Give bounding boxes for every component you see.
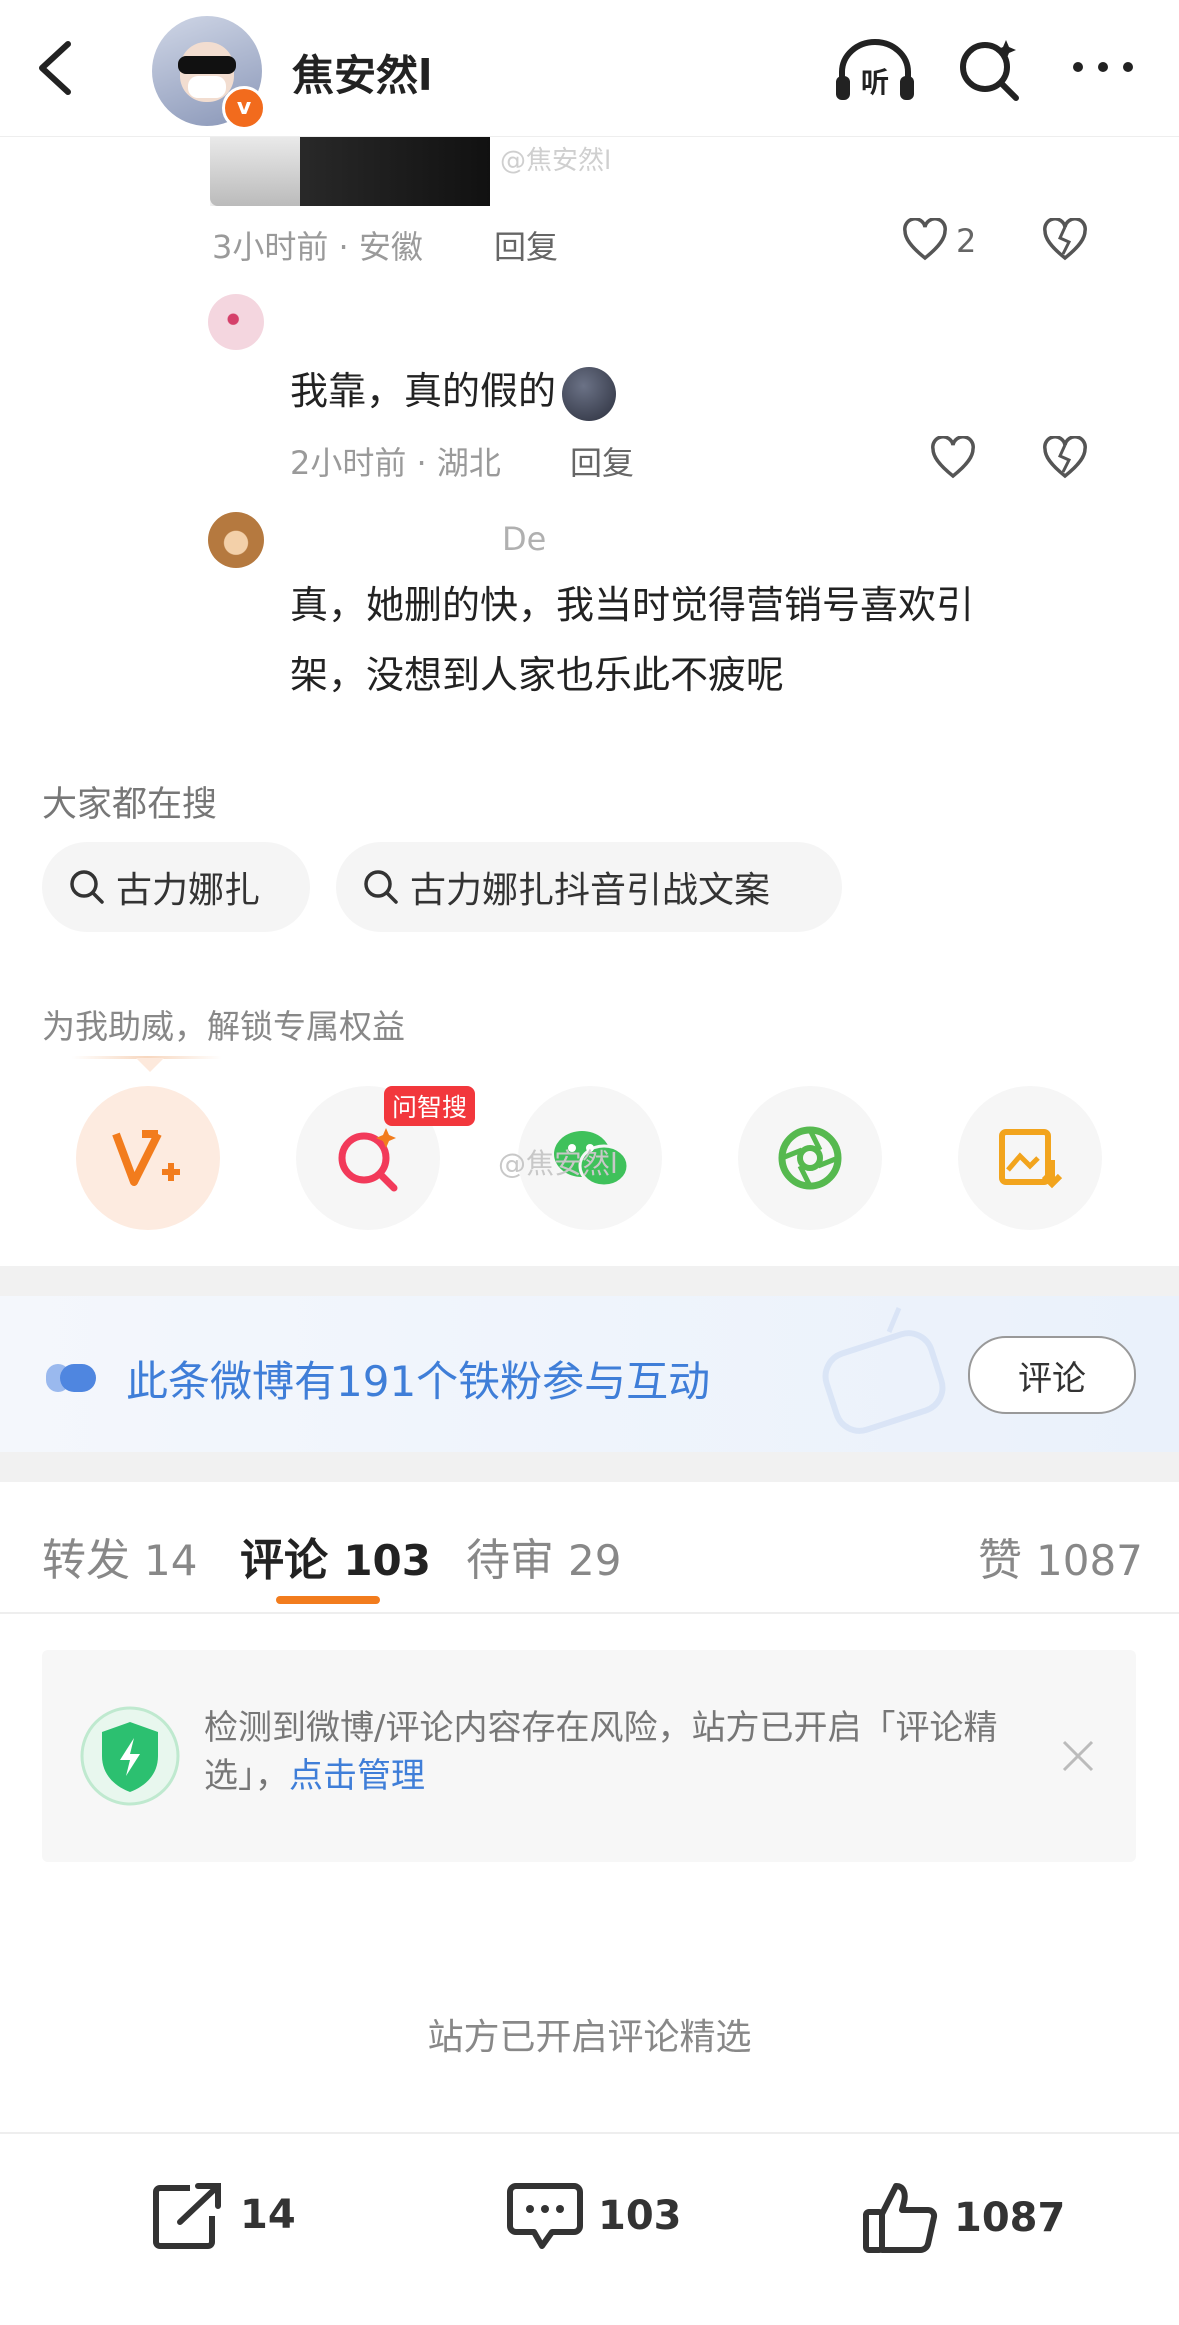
comment-time-location: 2小时前 · 湖北 — [290, 444, 501, 482]
broken-heart-dislike-icon[interactable] — [1042, 436, 1088, 480]
fans-interaction-text: 此条微博有191个铁粉参与互动 — [126, 1357, 711, 1406]
like-action[interactable]: 1087 — [862, 2180, 1065, 2256]
ai-search-icon — [338, 1128, 398, 1192]
green-shield-icon — [80, 1706, 180, 1806]
search-chip[interactable]: 古力娜扎抖音引战文案 — [336, 842, 842, 932]
ai-search-icon[interactable] — [956, 36, 1022, 102]
fans-comment-button[interactable]: 评论 — [968, 1336, 1136, 1414]
heart-like-icon[interactable] — [902, 218, 948, 262]
emoji-icon — [562, 366, 617, 421]
tab-count: 29 — [568, 1536, 622, 1585]
tab-count: 14 — [144, 1536, 198, 1585]
close-icon[interactable] — [1058, 1736, 1098, 1776]
listen-icon-label: 听 — [861, 66, 889, 99]
fans-icon — [46, 1364, 96, 1392]
more-options-icon[interactable] — [1068, 52, 1138, 82]
save-image-button[interactable] — [958, 1086, 1102, 1230]
like-count: 1087 — [954, 2195, 1066, 2241]
reply-button[interactable]: 回复 — [494, 222, 558, 268]
repost-action[interactable]: 14 — [150, 2180, 296, 2250]
tab-label: 赞 — [978, 1535, 1022, 1586]
section-gap — [0, 1266, 1179, 1296]
search-chip[interactable]: 古力娜扎 — [42, 842, 310, 932]
featured-comments-status: 站方已开启评论精选 — [427, 2017, 752, 2058]
tab-label: 评论 — [240, 1535, 328, 1586]
comment-action[interactable]: 103 — [506, 2180, 682, 2252]
image-download-icon — [999, 1129, 1063, 1189]
tab-count: 1087 — [1036, 1536, 1143, 1585]
comment-text: 我靠，真的假的 — [290, 356, 617, 426]
active-tab-indicator — [276, 1596, 380, 1604]
comment-text-content: 我靠，真的假的 — [290, 369, 557, 413]
risk-notice-text: 检测到微博/评论内容存在风险，站方已开启「评论精选」，点击管理 — [204, 1704, 1044, 1800]
verified-badge-icon: v — [222, 86, 266, 130]
like-count: 2 — [956, 222, 977, 260]
comment-text-line2: 架，没想到人家也乐此不疲呢 — [290, 653, 785, 697]
comment-count: 103 — [598, 2193, 682, 2239]
image-watermark: @焦安然l — [500, 146, 612, 176]
tab-count: 103 — [343, 1536, 431, 1585]
tab-like[interactable]: 赞 1087 — [978, 1524, 1143, 1588]
comment-text-line1: 真，她删的快，我当时觉得营销号喜欢引 — [290, 583, 975, 627]
image-watermark: @焦安然l — [498, 1147, 618, 1180]
tab-label: 转发 — [42, 1535, 130, 1586]
wenzhisou-badge: 问智搜 — [384, 1086, 476, 1126]
search-icon — [70, 870, 104, 904]
comment-time-location: 3小时前 · 安徽 — [212, 228, 423, 266]
broken-heart-dislike-icon[interactable] — [1042, 218, 1088, 262]
comment-bubble-icon — [507, 2183, 583, 2249]
listen-headphones-icon[interactable]: 听 — [832, 36, 918, 102]
tab-label: 待审 — [466, 1535, 554, 1586]
divider — [0, 1612, 1179, 1614]
heart-like-icon[interactable] — [930, 436, 976, 480]
manage-link[interactable]: 点击管理 — [289, 1756, 425, 1796]
search-chip-label: 古力娜扎抖音引战文案 — [410, 870, 771, 911]
boost-section-title: 为我助威，解锁专属权益 — [42, 1007, 405, 1046]
section-gap — [0, 1452, 1179, 1482]
decorative-tv-icon — [822, 1307, 946, 1434]
tab-repost[interactable]: 转发 14 — [42, 1524, 197, 1588]
moments-share-button[interactable] — [738, 1086, 882, 1230]
back-arrow-icon[interactable] — [30, 38, 80, 98]
search-chip-label: 古力娜扎 — [116, 870, 261, 911]
reply-button[interactable]: 回复 — [570, 438, 634, 484]
top-nav-bar: v 焦安然l 听 — [0, 0, 1179, 137]
commenter-name[interactable]: De — [502, 520, 546, 558]
search-icon — [364, 870, 398, 904]
tab-pending[interactable]: 待审 29 — [466, 1524, 621, 1588]
commenter-avatar[interactable] — [208, 512, 264, 568]
thumbs-up-icon — [863, 2183, 938, 2253]
search-section-title: 大家都在搜 — [42, 785, 218, 825]
commenter-avatar[interactable] — [208, 294, 264, 350]
repost-count: 14 — [240, 2192, 296, 2238]
camera-aperture-icon — [778, 1126, 842, 1190]
tab-comment[interactable]: 评论 103 — [240, 1524, 431, 1588]
comment-image-thumbnail-left — [210, 136, 300, 206]
vip-v-plus-icon — [112, 1130, 180, 1186]
boost-pointer — [136, 1058, 164, 1072]
vip-boost-button[interactable] — [76, 1086, 220, 1230]
username[interactable]: 焦安然l — [292, 42, 432, 103]
share-repost-icon — [153, 2183, 221, 2249]
